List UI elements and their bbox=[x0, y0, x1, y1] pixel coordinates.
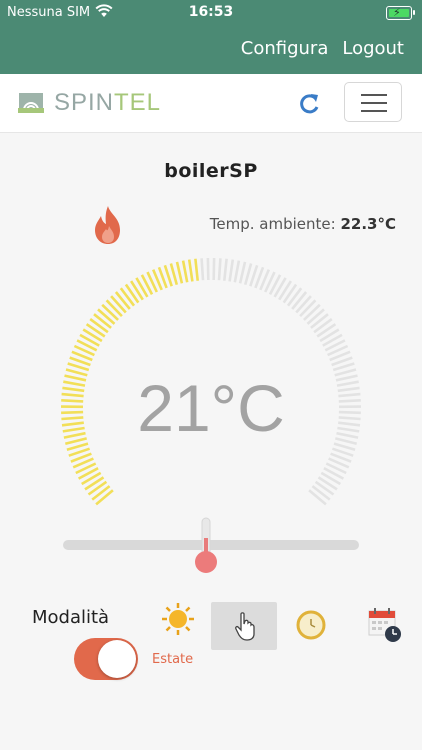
dial-tick bbox=[101, 303, 119, 321]
dial-tick bbox=[286, 287, 303, 307]
configura-link[interactable]: Configura bbox=[241, 38, 329, 59]
dial-tick bbox=[311, 485, 331, 501]
mode-label: Modalità bbox=[32, 607, 110, 628]
toggle-knob bbox=[98, 640, 136, 678]
refresh-icon[interactable] bbox=[296, 91, 322, 117]
dial-tick bbox=[308, 489, 327, 506]
dial-tick bbox=[223, 258, 228, 281]
brand-tel: TEL bbox=[114, 89, 162, 116]
dial-tick bbox=[181, 260, 189, 283]
dial-tick bbox=[313, 318, 333, 334]
hand-pointer-icon bbox=[235, 612, 255, 641]
dial-tick bbox=[89, 318, 109, 334]
brand-spin: SPIN bbox=[54, 89, 115, 116]
dial-tick bbox=[87, 480, 108, 496]
dial-tick bbox=[110, 295, 127, 314]
season-toggle-label: Estate bbox=[152, 652, 194, 667]
sun-icon[interactable] bbox=[161, 602, 195, 636]
dial-tick bbox=[217, 258, 222, 281]
dial-tick bbox=[299, 299, 317, 318]
battery-icon: ⚡ bbox=[386, 6, 415, 20]
setpoint-temperature: 21°C bbox=[137, 371, 285, 445]
dial-tick bbox=[200, 258, 205, 281]
header-actions: Configura Logout bbox=[241, 38, 404, 59]
status-bar: Nessuna SIM 16:53 ⚡ bbox=[0, 0, 422, 24]
dial-tick bbox=[95, 489, 114, 506]
dial-tick bbox=[310, 313, 329, 329]
menu-bar bbox=[361, 102, 387, 104]
dial-tick bbox=[228, 259, 235, 282]
menu-bar bbox=[361, 110, 387, 112]
dial-tick bbox=[314, 480, 335, 496]
calendar-clock-icon[interactable] bbox=[367, 605, 403, 643]
dial-tick bbox=[114, 291, 131, 310]
dial-tick bbox=[97, 308, 116, 325]
manual-mode-button[interactable] bbox=[211, 602, 277, 650]
dial-tick bbox=[93, 313, 112, 329]
logo-mark-icon bbox=[18, 93, 44, 113]
dial-tick bbox=[295, 295, 312, 314]
dial-tick bbox=[175, 261, 184, 284]
dial-tick bbox=[291, 291, 308, 310]
dial-tick bbox=[303, 303, 321, 321]
dial-tick bbox=[169, 263, 179, 286]
thermometer-slider-handle[interactable] bbox=[193, 516, 219, 576]
status-time: 16:53 bbox=[188, 4, 234, 20]
menu-bar bbox=[361, 94, 387, 96]
spintel-logo[interactable]: SPINTEL bbox=[18, 87, 161, 119]
dial-tick bbox=[243, 263, 253, 286]
dial-tick bbox=[91, 485, 111, 501]
dial-tick bbox=[306, 308, 325, 325]
dial-tick bbox=[233, 260, 241, 283]
brand-name: SPINTEL bbox=[54, 89, 161, 117]
device-name: boilerSP bbox=[164, 160, 258, 182]
top-bar: Nessuna SIM 16:53 ⚡ Configura Logout bbox=[0, 0, 422, 74]
dial-tick bbox=[119, 287, 136, 307]
dial-tick bbox=[187, 259, 194, 282]
season-toggle[interactable] bbox=[74, 638, 138, 680]
logout-link[interactable]: Logout bbox=[342, 38, 404, 59]
dial-tick bbox=[105, 299, 123, 318]
dial-tick bbox=[194, 258, 199, 281]
clock-icon[interactable] bbox=[296, 610, 326, 640]
menu-button[interactable] bbox=[344, 82, 402, 122]
dial-tick bbox=[238, 261, 247, 284]
